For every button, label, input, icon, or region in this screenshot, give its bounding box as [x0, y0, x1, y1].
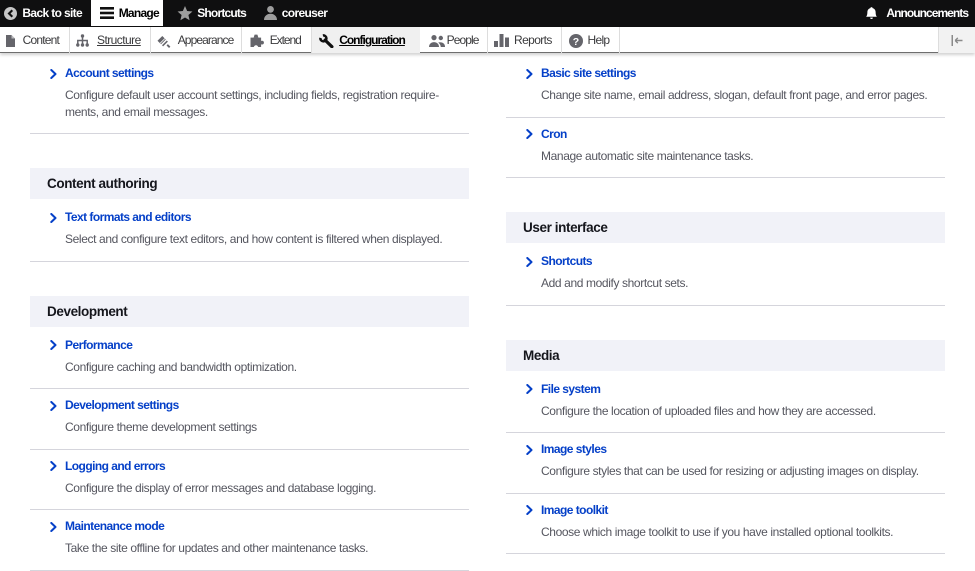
svg-text:?: ?	[573, 35, 579, 47]
